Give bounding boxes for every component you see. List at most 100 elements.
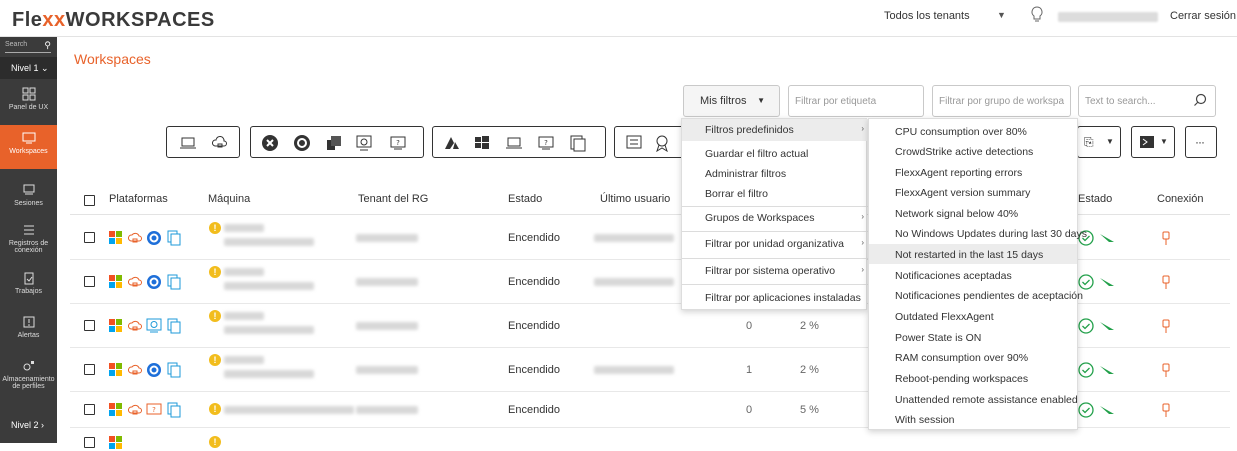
- search-icon: ⚲: [44, 40, 51, 50]
- submenu-item[interactable]: CrowdStrike active detections: [869, 141, 1077, 161]
- azure-icon[interactable]: [443, 134, 461, 152]
- more-options-button[interactable]: ···: [1185, 126, 1217, 158]
- sidebar-item-alertas[interactable]: Alertas: [0, 309, 57, 353]
- select-all-checkbox[interactable]: [84, 195, 95, 206]
- table-row[interactable]: !: [70, 428, 1230, 449]
- sidebar-item-workspaces[interactable]: Workspaces: [0, 125, 57, 169]
- sidebar-item-trabajos[interactable]: Trabajos: [0, 265, 57, 309]
- sidebar-search-input[interactable]: Search ⚲: [5, 40, 51, 53]
- menu-item-filter-ou[interactable]: Filtrar por unidad organizativa ›: [682, 233, 868, 255]
- award-icon[interactable]: [653, 134, 671, 152]
- menu-divider: [682, 258, 868, 259]
- citrix-icon[interactable]: [261, 134, 279, 152]
- column-maquina[interactable]: Máquina: [208, 193, 250, 205]
- level-2-selector[interactable]: Nivel 2 ›: [0, 414, 57, 436]
- laptop-icon[interactable]: [179, 134, 197, 152]
- monitor-icon: [22, 132, 35, 144]
- warning-icon: !: [209, 310, 221, 322]
- menu-item-filter-os[interactable]: Filtrar por sistema operativo ›: [682, 260, 868, 282]
- plug-icon[interactable]: [1158, 230, 1174, 246]
- powershell-dropdown-button[interactable]: ▼: [1131, 126, 1175, 158]
- plug-icon[interactable]: [1158, 318, 1174, 334]
- menu-item-workspace-groups[interactable]: Grupos de Workspaces ›: [682, 207, 868, 229]
- chevron-right-icon: ›: [861, 265, 864, 274]
- row-checkbox[interactable]: [84, 276, 95, 287]
- unknown-os-icon[interactable]: ?: [537, 134, 555, 152]
- submenu-item[interactable]: Notificaciones aceptadas: [869, 265, 1077, 285]
- menu-item-manage-filters[interactable]: Administrar filtros: [682, 163, 868, 185]
- plug-icon[interactable]: [1158, 274, 1174, 290]
- row-checkbox[interactable]: [84, 364, 95, 375]
- group-filter-input[interactable]: Filtrar por grupo de workspa: [932, 85, 1071, 117]
- my-filters-button[interactable]: Mis filtros ▼: [683, 85, 780, 117]
- avd-icon: [147, 363, 161, 377]
- laptop-icon[interactable]: [505, 134, 523, 152]
- lightbulb-icon[interactable]: [1030, 6, 1044, 24]
- submenu-item[interactable]: FlexxAgent version summary: [869, 182, 1077, 202]
- submenu-item[interactable]: Reboot-pending workspaces: [869, 368, 1077, 388]
- warning-icon: !: [209, 403, 221, 415]
- copy-icon[interactable]: [569, 134, 587, 152]
- tag-filter-input[interactable]: Filtrar por etiqueta: [788, 85, 924, 117]
- submenu-item[interactable]: Unattended remote assistance enabled: [869, 389, 1078, 409]
- unknown-broker-icon[interactable]: ?: [389, 134, 407, 152]
- cpu-cell: 5 %: [800, 404, 819, 416]
- device-type-filter-group: [166, 126, 240, 158]
- submenu-item[interactable]: Power State is ON: [869, 327, 1077, 347]
- submenu-item[interactable]: RAM consumption over 90%: [869, 347, 1077, 367]
- submenu-item[interactable]: With session: [869, 409, 1077, 429]
- menu-divider: [682, 284, 868, 285]
- column-estado[interactable]: Estado: [508, 193, 542, 205]
- windows-icon[interactable]: [473, 134, 491, 152]
- predefined-filters-submenu: CPU consumption over 80% CrowdStrike act…: [868, 118, 1087, 430]
- cloud-monitor-icon: [127, 232, 142, 243]
- column-estado-agent[interactable]: Estado: [1078, 193, 1112, 205]
- horizon-icon[interactable]: [325, 134, 343, 152]
- sidebar-item-panel-ux[interactable]: Panel de UX: [0, 81, 57, 125]
- sidebar-item-sesiones[interactable]: Sesiones: [0, 177, 57, 221]
- menu-item-save-filter[interactable]: Guardar el filtro actual: [682, 143, 868, 165]
- submenu-item[interactable]: No Windows Updates during last 30 days: [869, 223, 1087, 243]
- submenu-item[interactable]: Network signal below 40%: [869, 203, 1077, 223]
- app-logo[interactable]: FlexxWORKSPACES: [12, 9, 215, 32]
- tenant-selector[interactable]: Todos los tenants: [884, 10, 970, 22]
- avd-icon[interactable]: [293, 134, 311, 152]
- rds-icon[interactable]: [355, 134, 373, 152]
- signal-icon: [1100, 322, 1114, 330]
- menu-item-predefined-filters[interactable]: Filtros predefinidos ›: [682, 119, 868, 141]
- search-input[interactable]: Text to search...: [1078, 85, 1216, 117]
- sessions-cell: 0: [746, 320, 753, 332]
- submenu-item[interactable]: FlexxAgent reporting errors: [869, 162, 1077, 182]
- machine-fqdn-blurred: [224, 326, 314, 334]
- submenu-item[interactable]: CPU consumption over 80%: [869, 121, 1077, 141]
- chevron-right-icon: ›: [861, 238, 864, 247]
- row-checkbox[interactable]: [84, 404, 95, 415]
- export-dropdown-button[interactable]: ⎘ ▼: [1077, 126, 1121, 158]
- sidebar-item-registros[interactable]: Registros de conexión: [0, 217, 57, 261]
- notification-icon[interactable]: [625, 134, 643, 152]
- plug-icon[interactable]: [1158, 362, 1174, 378]
- windows-icon: [109, 231, 122, 244]
- search-icon: [1194, 93, 1207, 106]
- column-plataformas[interactable]: Plataformas: [109, 193, 168, 205]
- row-checkbox[interactable]: [84, 232, 95, 243]
- menu-item-clear-filter[interactable]: Borrar el filtro: [682, 183, 868, 205]
- logout-link[interactable]: Cerrar sesión: [1170, 10, 1236, 22]
- row-checkbox[interactable]: [84, 320, 95, 331]
- signal-icon: [1100, 234, 1114, 242]
- column-tenant[interactable]: Tenant del RG: [358, 193, 428, 205]
- menu-item-filter-apps[interactable]: Filtrar por aplicaciones instaladas: [682, 287, 868, 309]
- column-conexion[interactable]: Conexión: [1157, 193, 1203, 205]
- chevron-down-icon[interactable]: ▼: [997, 10, 1006, 20]
- submenu-item[interactable]: Outdated FlexxAgent: [869, 306, 1077, 326]
- svg-text:?: ?: [396, 139, 400, 147]
- plug-icon[interactable]: [1158, 402, 1174, 418]
- warning-icon: !: [209, 354, 221, 366]
- machine-fqdn-blurred: [224, 238, 314, 246]
- level-1-selector[interactable]: Nivel 1 ⌄: [0, 57, 57, 79]
- submenu-item[interactable]: Not restarted in the last 15 days: [869, 244, 1077, 264]
- submenu-item[interactable]: Notificaciones pendientes de aceptación: [869, 285, 1083, 305]
- cloud-monitor-icon[interactable]: [211, 134, 229, 152]
- column-ultimo-usuario[interactable]: Último usuario: [600, 193, 670, 205]
- sidebar-item-almacenamiento[interactable]: Almacenamiento de perfiles: [0, 353, 57, 397]
